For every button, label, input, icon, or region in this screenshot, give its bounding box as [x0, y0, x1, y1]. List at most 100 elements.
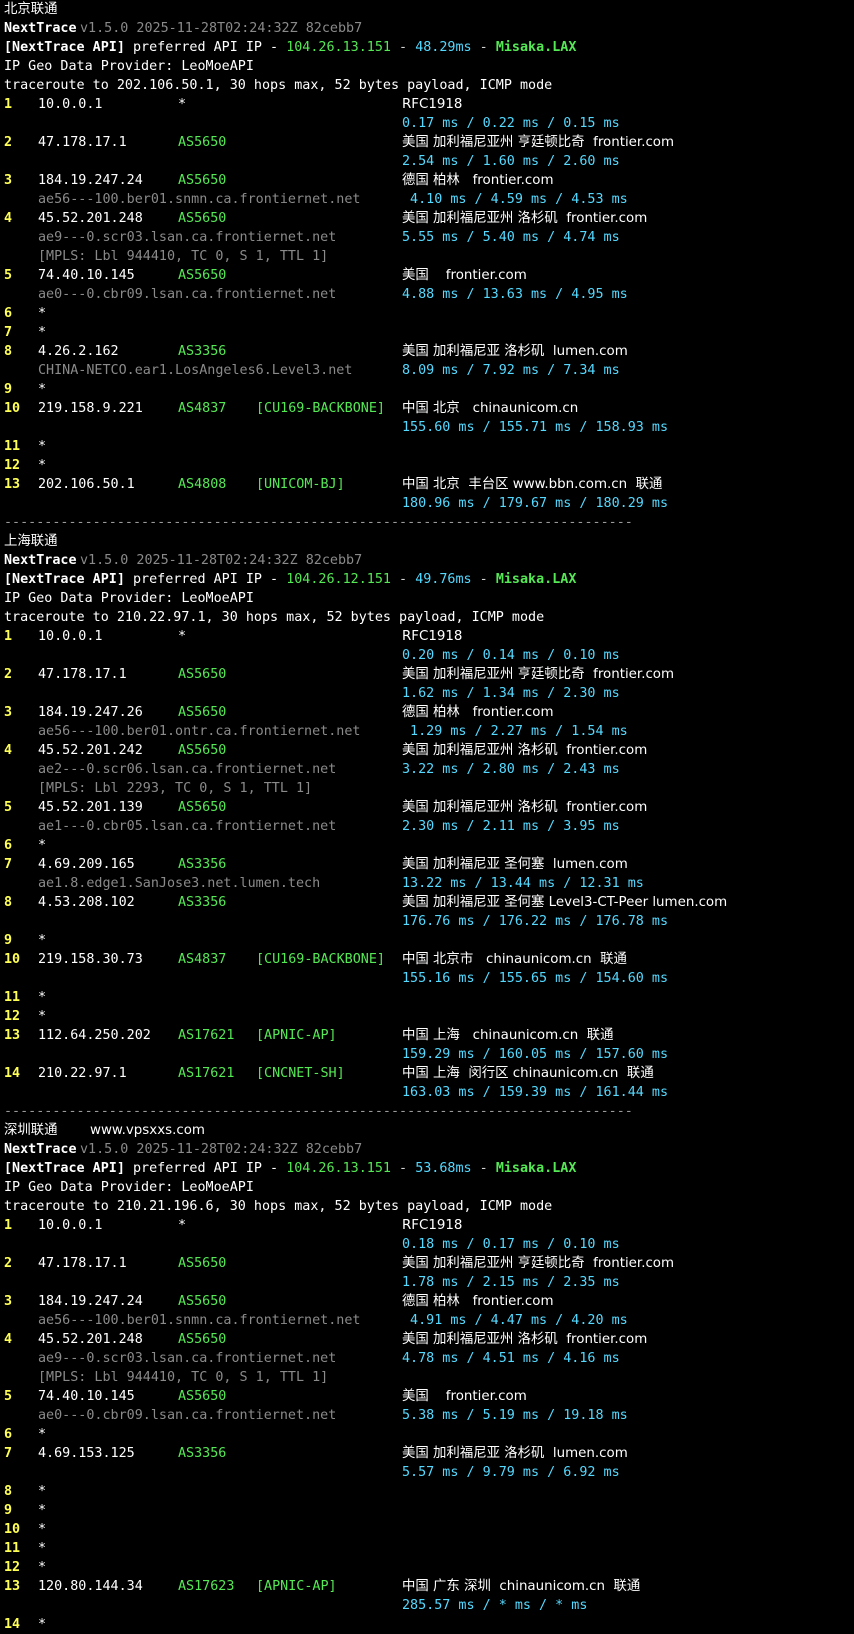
hop-ip: 4.69.153.125: [38, 1446, 135, 1461]
hop-tag: [CU169-BACKBONE]: [256, 952, 385, 967]
hop-ip: 184.19.247.24: [38, 173, 143, 188]
geo-provider: IP Geo Data Provider: LeoMoeAPI: [4, 591, 254, 606]
hop-number: 3: [4, 173, 13, 188]
hop-number: 14: [4, 1066, 21, 1081]
hop-rtt: 1.62 ms / 1.34 ms / 2.30 ms: [402, 686, 620, 701]
hop-rtt: 4.10 ms / 4.59 ms / 4.53 ms: [402, 192, 628, 207]
hop-timeout: *: [38, 990, 47, 1005]
hop-asn: AS5650: [178, 268, 227, 283]
api-latency: 48.29ms: [415, 40, 472, 55]
api-text: preferred API IP -: [133, 1161, 279, 1176]
hop-ip: 210.22.97.1: [38, 1066, 127, 1081]
separator-line: ----------------------------------------…: [4, 515, 633, 530]
hop-ip: 219.158.30.73: [38, 952, 143, 967]
hop-asn: AS4837: [178, 401, 227, 416]
hop-number: 11: [4, 439, 21, 454]
hop-geo: 中国 北京 chinaunicom.cn: [402, 401, 579, 416]
hop-rtt: 3.22 ms / 2.80 ms / 2.43 ms: [402, 762, 620, 777]
hop-number: 9: [4, 1503, 13, 1518]
hop-geo: 美国 加利福尼亚州 洛杉矶 frontier.com: [402, 1332, 648, 1347]
hop-hostname: ae0---0.cbr09.lsan.ca.frontiernet.net: [38, 1408, 337, 1423]
hop-number: 6: [4, 838, 13, 853]
hop-asn: AS4808: [178, 477, 227, 492]
hop-ip: 45.52.201.248: [38, 1332, 143, 1347]
terminal-output: 北京联通 NextTrace v1.5.0 2025-11-28T02:24:32Z…: [0, 0, 854, 1632]
hop-number: 4: [4, 743, 13, 758]
geo-provider: IP Geo Data Provider: LeoMoeAPI: [4, 1180, 254, 1195]
api-text: preferred API IP -: [133, 40, 279, 55]
hop-mpls: [MPLS: Lbl 944410, TC 0, S 1, TTL 1]: [38, 1370, 329, 1385]
api-ip: 104.26.13.151: [286, 1161, 391, 1176]
hop-tag: [APNIC-AP]: [256, 1579, 337, 1594]
hop-number: 2: [4, 1256, 13, 1271]
hop-number: 13: [4, 1579, 21, 1594]
hop-asn: AS5650: [178, 1256, 227, 1271]
hop-rtt: 0.20 ms / 0.14 ms / 0.10 ms: [402, 648, 620, 663]
hop-number: 6: [4, 1427, 13, 1442]
hop-ip: 112.64.250.202: [38, 1028, 151, 1043]
hop-geo: 美国 加利福尼亚 圣何塞 lumen.com: [402, 857, 628, 872]
hop-ip: 47.178.17.1: [38, 135, 127, 150]
block-label-text: 上海联通: [4, 534, 58, 549]
hop-geo: RFC1918: [402, 1218, 463, 1233]
hop-rtt: 0.18 ms / 0.17 ms / 0.10 ms: [402, 1237, 620, 1252]
traceroute-target: traceroute to 210.22.97.1, 30 hops max, …: [4, 610, 545, 625]
app-name: NextTrace: [4, 553, 77, 568]
hop-number: 1: [4, 97, 13, 112]
hop-hostname: ae56---100.ber01.ontr.ca.frontiernet.net: [38, 724, 361, 739]
hop-mpls: [MPLS: Lbl 2293, TC 0, S 1, TTL 1]: [38, 781, 313, 796]
hop-rtt: 163.03 ms / 159.39 ms / 161.44 ms: [402, 1085, 669, 1100]
api-line-content: [NextTrace API] preferred API IP - 104.2…: [4, 40, 577, 55]
hop-number: 8: [4, 895, 13, 910]
hop-ip: 10.0.0.1: [38, 629, 103, 644]
hop-hostname: ae1.8.edge1.SanJose3.net.lumen.tech: [38, 876, 321, 891]
hop-ip: 47.178.17.1: [38, 667, 127, 682]
hop-timeout: *: [38, 325, 47, 340]
hop-timeout: *: [38, 838, 47, 853]
api-site: Misaka.LAX: [495, 1161, 577, 1176]
hop-geo: 美国 加利福尼亚州 亨廷顿比奇 frontier.com: [402, 667, 675, 682]
hop-rtt: 8.09 ms / 7.92 ms / 7.34 ms: [402, 363, 620, 378]
hop-geo: RFC1918: [402, 629, 463, 644]
hop-number: 3: [4, 705, 13, 720]
hop-asn: *: [178, 629, 187, 644]
hop-rtt: 4.91 ms / 4.47 ms / 4.20 ms: [402, 1313, 628, 1328]
hop-ip: 45.52.201.248: [38, 211, 143, 226]
hop-timeout: *: [38, 1541, 47, 1556]
app-version: v1.5.0 2025-11-28T02:24:32Z 82cebb7: [80, 1142, 363, 1157]
hop-hostname: ae56---100.ber01.snmn.ca.frontiernet.net: [38, 192, 361, 207]
api-site: Misaka.LAX: [495, 572, 577, 587]
hop-ip: 45.52.201.139: [38, 800, 143, 815]
separator-line: ----------------------------------------…: [4, 1104, 633, 1119]
hop-number: 13: [4, 1028, 21, 1043]
hop-rtt: 5.57 ms / 9.79 ms / 6.92 ms: [402, 1465, 620, 1480]
hop-number: 2: [4, 135, 13, 150]
hop-ip: 74.40.10.145: [38, 268, 135, 283]
hop-asn: *: [178, 97, 187, 112]
api-ip: 104.26.13.151: [286, 40, 391, 55]
traceroute-target: traceroute to 202.106.50.1, 30 hops max,…: [4, 78, 553, 93]
hop-hostname: CHINA-NETCO.ear1.LosAngeles6.Level3.net: [38, 363, 353, 378]
hop-number: 14: [4, 1617, 21, 1632]
hop-number: 1: [4, 629, 13, 644]
hop-asn: AS17621: [178, 1028, 235, 1043]
app-version: v1.5.0 2025-11-28T02:24:32Z 82cebb7: [80, 553, 363, 568]
api-label: [NextTrace API]: [4, 40, 125, 55]
hop-rtt: 1.78 ms / 2.15 ms / 2.35 ms: [402, 1275, 620, 1290]
hop-timeout: *: [38, 1617, 47, 1632]
hop-hostname: ae56---100.ber01.snmn.ca.frontiernet.net: [38, 1313, 361, 1328]
hop-tag: [UNICOM-BJ]: [256, 477, 345, 492]
hop-rtt: 2.30 ms / 2.11 ms / 3.95 ms: [402, 819, 620, 834]
hop-number: 13: [4, 477, 21, 492]
api-site: Misaka.LAX: [495, 40, 577, 55]
api-text: preferred API IP -: [133, 572, 279, 587]
hop-number: 5: [4, 800, 13, 815]
hop-geo: 德国 柏林 frontier.com: [402, 1294, 554, 1309]
hop-number: 1: [4, 1218, 13, 1233]
hop-number: 9: [4, 933, 13, 948]
hop-geo: 美国 加利福尼亚 圣何塞 Level3-CT-Peer lumen.com: [402, 895, 728, 910]
hop-tag: [APNIC-AP]: [256, 1028, 337, 1043]
hop-asn: AS5650: [178, 1389, 227, 1404]
hop-rtt: 0.17 ms / 0.22 ms / 0.15 ms: [402, 116, 620, 131]
api-line-content: [NextTrace API] preferred API IP - 104.2…: [4, 1161, 577, 1176]
